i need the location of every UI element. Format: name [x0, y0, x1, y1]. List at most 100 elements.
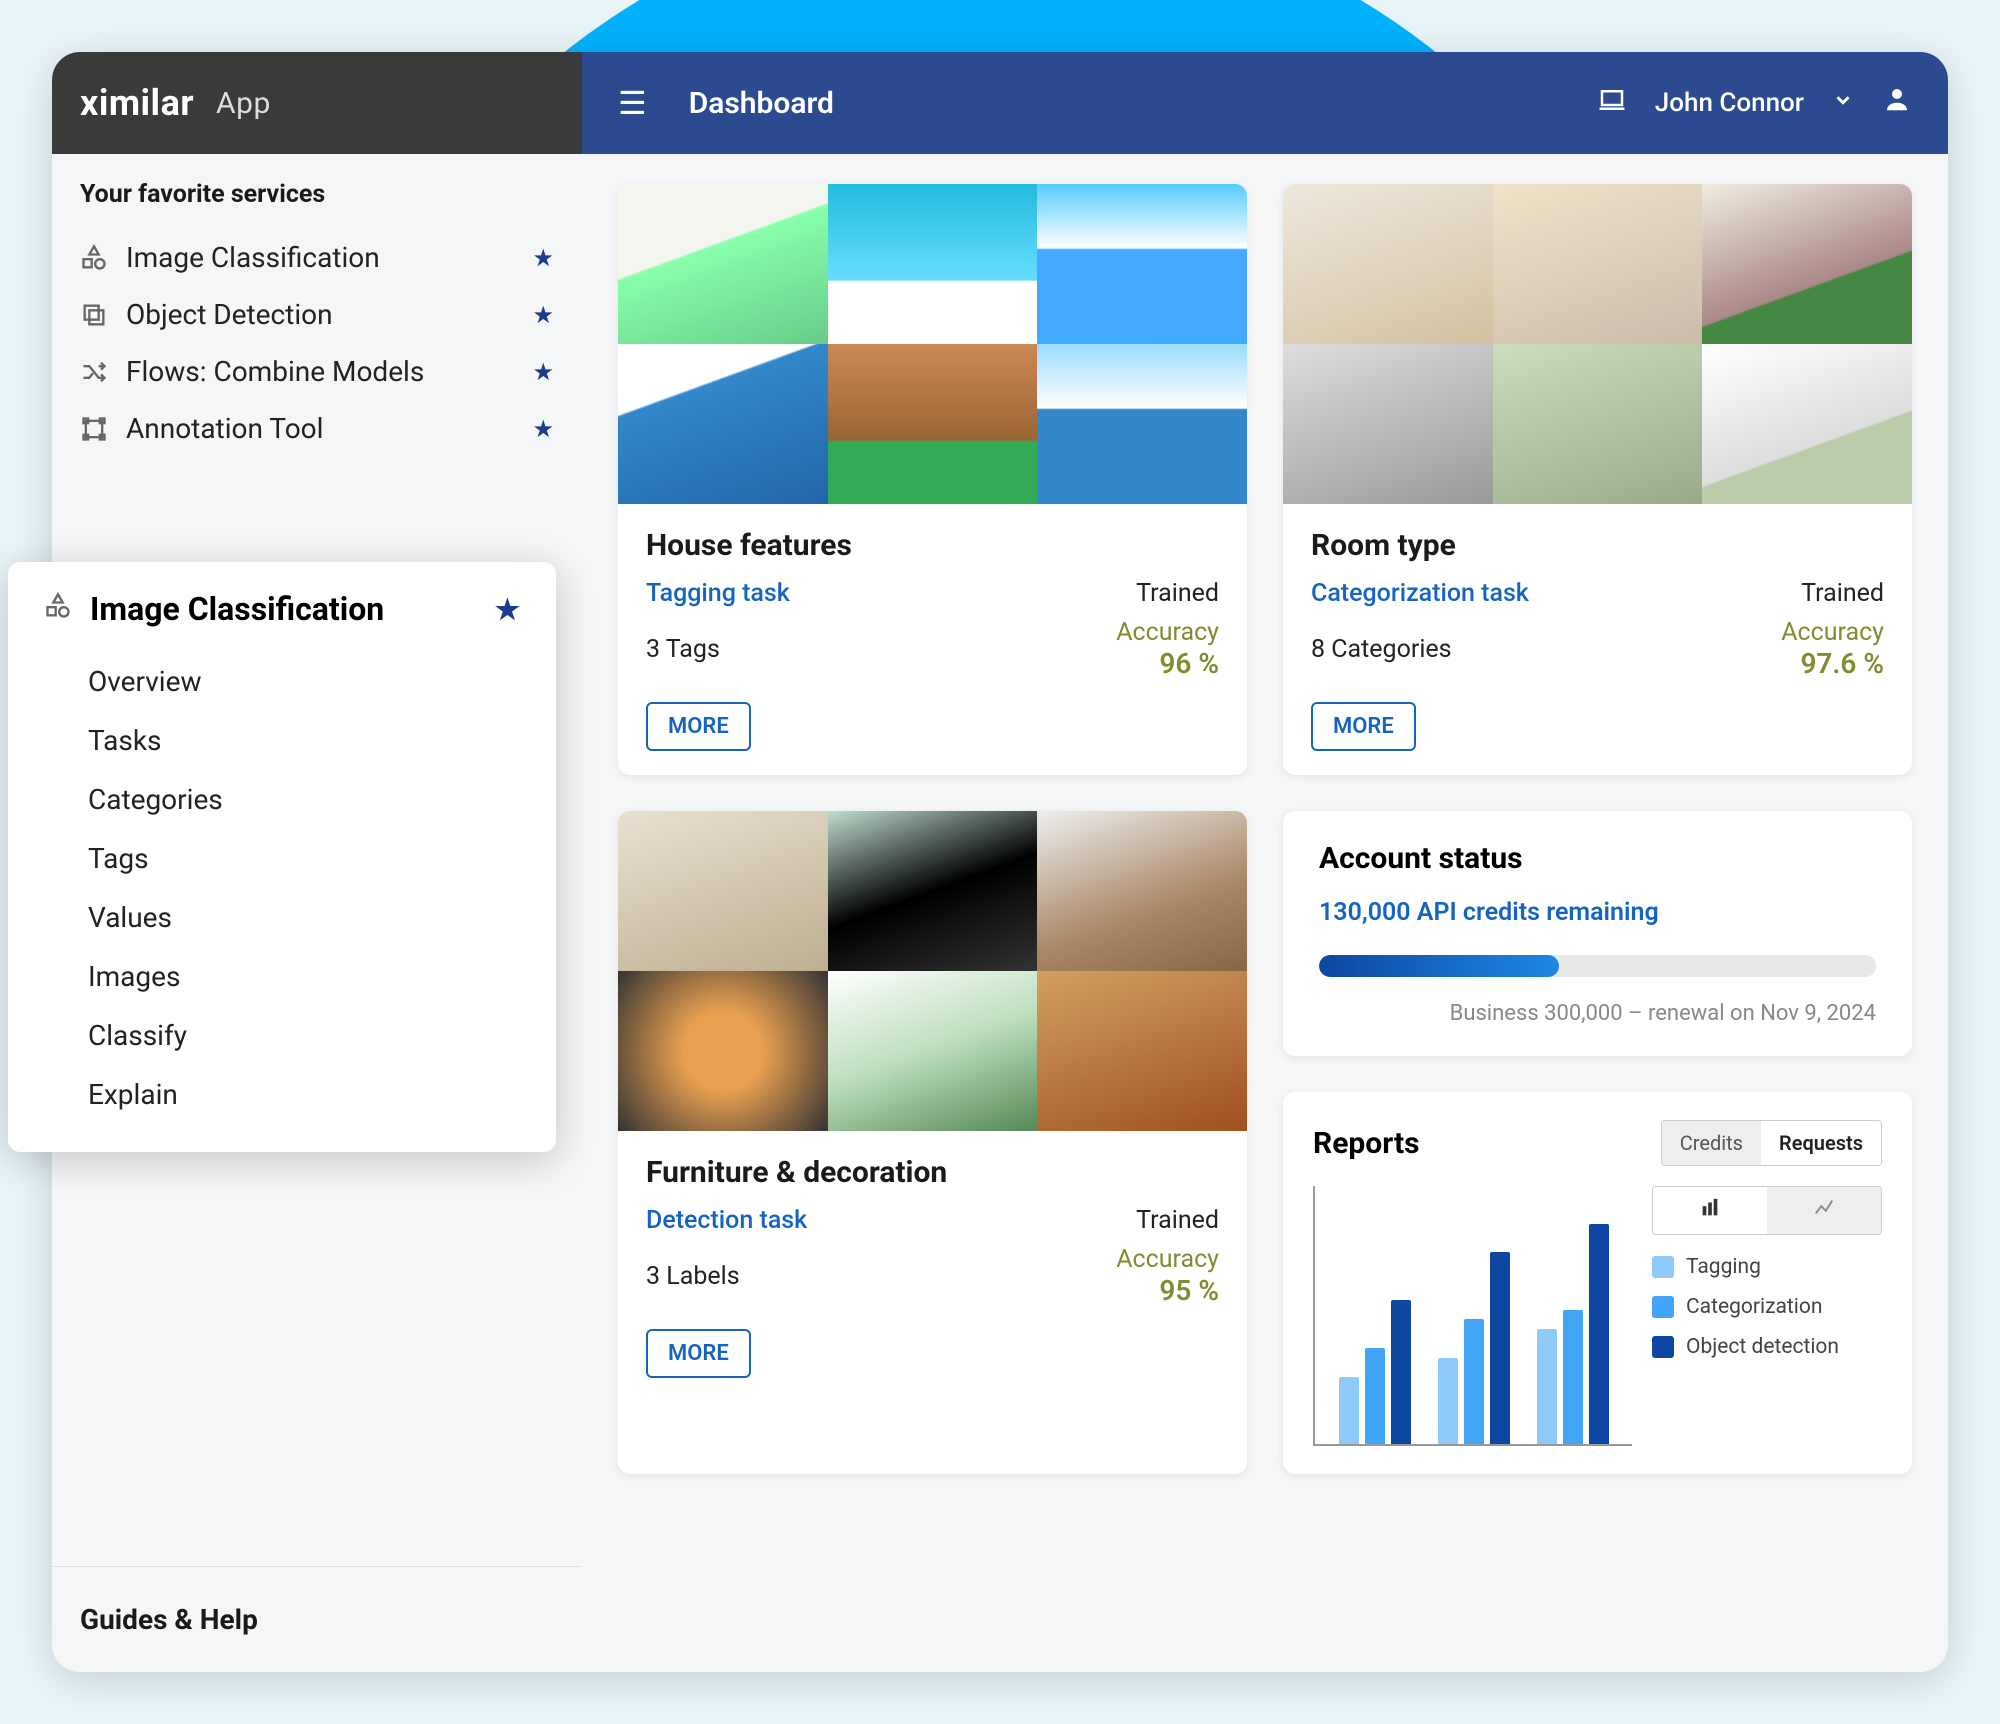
thumbnail: [618, 971, 828, 1131]
expanded-nav-panel: Image Classification ★ Overview Tasks Ca…: [8, 562, 556, 1152]
count-label: 3 Tags: [646, 635, 720, 664]
card-body: Room type Categorization task Trained 8 …: [1283, 504, 1912, 775]
card-body: Furniture & decoration Detection task Tr…: [618, 1131, 1247, 1402]
thumbnail: [828, 811, 1038, 971]
shapes-icon: [80, 244, 108, 272]
reports-header: Reports Credits Requests: [1313, 1120, 1882, 1166]
credits-progress-bar: [1319, 955, 1876, 977]
thumbnail: [1037, 344, 1247, 504]
card-title: House features: [646, 528, 1219, 563]
legend-detection: Object detection: [1652, 1335, 1882, 1359]
legend-label: Tagging: [1686, 1255, 1761, 1279]
bar: [1464, 1319, 1484, 1444]
line-chart-icon[interactable]: [1767, 1187, 1881, 1234]
bar: [1537, 1329, 1557, 1444]
star-icon[interactable]: ★: [495, 593, 520, 626]
star-icon[interactable]: ★: [532, 301, 554, 329]
nav-classify[interactable]: Classify: [44, 1006, 520, 1065]
thumbnail: [828, 344, 1038, 504]
thumbnail: [828, 971, 1038, 1131]
task-card-room: Room type Categorization task Trained 8 …: [1283, 184, 1912, 775]
laptop-icon[interactable]: [1597, 85, 1627, 122]
shuffle-icon: [80, 358, 108, 386]
thumbnail: [1037, 811, 1247, 971]
task-card-house: House features Tagging task Trained 3 Ta…: [618, 184, 1247, 775]
bar: [1391, 1300, 1411, 1444]
accuracy-readout: Accuracy 96 %: [1116, 618, 1219, 680]
nav-categories[interactable]: Categories: [44, 770, 520, 829]
bar: [1490, 1252, 1510, 1444]
sidebar-item-annotation[interactable]: Annotation Tool ★: [80, 400, 554, 457]
accuracy-label: Accuracy: [1781, 618, 1884, 647]
thumbnail: [618, 811, 828, 971]
nav-tasks[interactable]: Tasks: [44, 711, 520, 770]
panel-header[interactable]: Image Classification ★: [44, 590, 520, 628]
chart-sidebar: Tagging Categorization Object detection: [1652, 1186, 1882, 1446]
credits-remaining: 130,000 API credits remaining: [1319, 898, 1876, 927]
legend-label: Categorization: [1686, 1295, 1822, 1319]
thumbnail: [828, 184, 1038, 344]
brand-logo[interactable]: ximilar App: [80, 82, 271, 124]
sidebar-item-image-classification[interactable]: Image Classification ★: [80, 229, 554, 286]
star-icon[interactable]: ★: [532, 244, 554, 272]
chart-area: Tagging Categorization Object detection: [1313, 1186, 1882, 1446]
topbar-right: John Connor: [1597, 84, 1912, 122]
copy-icon: [80, 301, 108, 329]
accuracy-readout: Accuracy 95 %: [1116, 1245, 1219, 1307]
task-type-link[interactable]: Detection task: [646, 1206, 807, 1235]
star-icon[interactable]: ★: [532, 415, 554, 443]
more-button[interactable]: MORE: [646, 702, 751, 751]
nav-explain[interactable]: Explain: [44, 1065, 520, 1124]
reports-card: Reports Credits Requests: [1283, 1092, 1912, 1474]
bar-group: [1339, 1300, 1411, 1444]
task-type-link[interactable]: Tagging task: [646, 579, 790, 608]
account-status-card: Account status 130,000 API credits remai…: [1283, 811, 1912, 1056]
bar-group: [1537, 1224, 1609, 1444]
bar: [1563, 1310, 1583, 1444]
bar: [1438, 1358, 1458, 1444]
more-button[interactable]: MORE: [1311, 702, 1416, 751]
thumbnail: [1283, 184, 1493, 344]
bar: [1339, 1377, 1359, 1444]
thumbnail: [1037, 184, 1247, 344]
tab-credits[interactable]: Credits: [1662, 1121, 1761, 1165]
status-badge: Trained: [1136, 579, 1219, 608]
nav-tags[interactable]: Tags: [44, 829, 520, 888]
legend-swatch: [1652, 1336, 1674, 1358]
thumbnail: [1702, 344, 1912, 504]
bounding-box-icon: [80, 415, 108, 443]
username-label: John Connor: [1655, 88, 1804, 118]
task-card-furniture: Furniture & decoration Detection task Tr…: [618, 811, 1247, 1474]
favorites-section: Your favorite services Image Classificat…: [52, 154, 582, 471]
right-column: Account status 130,000 API credits remai…: [1283, 811, 1912, 1474]
tab-requests[interactable]: Requests: [1761, 1121, 1881, 1165]
star-icon[interactable]: ★: [532, 358, 554, 386]
bar: [1589, 1224, 1609, 1444]
nav-overview[interactable]: Overview: [44, 652, 520, 711]
thumbnail: [1702, 184, 1912, 344]
sidebar-item-label: Flows: Combine Models: [126, 355, 424, 388]
sidebar-item-object-detection[interactable]: Object Detection ★: [80, 286, 554, 343]
sidebar-header: ximilar App: [52, 52, 582, 154]
status-badge: Trained: [1801, 579, 1884, 608]
legend-categorization: Categorization: [1652, 1295, 1882, 1319]
card-body: House features Tagging task Trained 3 Ta…: [618, 504, 1247, 775]
legend-tagging: Tagging: [1652, 1255, 1882, 1279]
hamburger-icon[interactable]: ☰: [618, 84, 647, 122]
sidebar-item-flows[interactable]: Flows: Combine Models ★: [80, 343, 554, 400]
nav-images[interactable]: Images: [44, 947, 520, 1006]
chevron-down-icon[interactable]: [1832, 89, 1854, 117]
thumbnail: [618, 344, 828, 504]
user-icon[interactable]: [1882, 84, 1912, 122]
accuracy-value: 95 %: [1116, 1274, 1219, 1307]
status-badge: Trained: [1136, 1206, 1219, 1235]
bar-chart-icon[interactable]: [1653, 1187, 1767, 1234]
guides-link[interactable]: Guides & Help: [52, 1566, 582, 1672]
accuracy-label: Accuracy: [1116, 618, 1219, 647]
cards-grid: House features Tagging task Trained 3 Ta…: [618, 184, 1912, 1474]
brand-name: ximilar: [80, 82, 194, 124]
task-type-link[interactable]: Categorization task: [1311, 579, 1529, 608]
nav-values[interactable]: Values: [44, 888, 520, 947]
main-content: House features Tagging task Trained 3 Ta…: [582, 154, 1948, 1672]
more-button[interactable]: MORE: [646, 1329, 751, 1378]
